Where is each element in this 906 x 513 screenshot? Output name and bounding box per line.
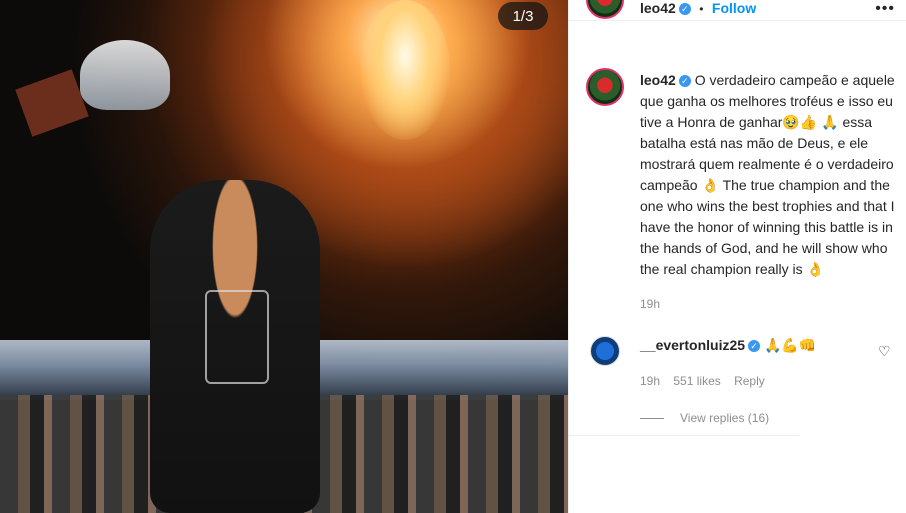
separator: •: [699, 2, 704, 16]
caption-avatar[interactable]: [586, 68, 624, 106]
reply-button[interactable]: Reply: [734, 374, 765, 388]
view-replies-label[interactable]: View replies (16): [680, 411, 769, 425]
follow-button[interactable]: Follow: [712, 0, 756, 16]
view-replies[interactable]: View replies (16): [640, 411, 880, 425]
caption-text-pt: O verdadeiro campeão e aquele que ganha …: [640, 72, 895, 193]
author-info: leo42 ✓ • Follow: [640, 0, 756, 18]
verified-icon: ✓: [678, 75, 691, 88]
trophy: [80, 40, 170, 110]
replies-divider: [640, 418, 664, 420]
comment-meta: 19h 551 likes Reply: [640, 374, 880, 388]
divider: [569, 435, 799, 436]
post-header: leo42 ✓ • Follow •••: [569, 0, 906, 21]
more-dots-icon[interactable]: •••: [875, 0, 895, 18]
caption: leo42 ✓ O verdadeiro campeão e aquele que…: [640, 70, 900, 315]
flare: [360, 0, 450, 140]
author-username[interactable]: leo42: [640, 0, 676, 16]
verified-icon: ✓: [748, 340, 761, 353]
shirt-print: [205, 290, 269, 384]
caption-time: 19h: [640, 297, 661, 311]
comment-likes[interactable]: 551 likes: [673, 374, 720, 388]
post-image[interactable]: 1/3: [0, 0, 568, 513]
image-counter: 1/3: [498, 2, 548, 30]
comment-text: 🙏💪👊: [760, 337, 817, 353]
post-side-panel: leo42 ✓ • Follow ••• leo42 ✓ O verdadeiro …: [568, 0, 906, 513]
comment-avatar[interactable]: [590, 336, 620, 366]
author-avatar[interactable]: [586, 0, 624, 19]
caption-username[interactable]: leo42: [640, 72, 676, 88]
comment-username[interactable]: __evertonluiz25: [640, 337, 745, 353]
comment-time: 19h: [640, 374, 661, 388]
heart-icon[interactable]: ♡: [878, 343, 892, 359]
verified-icon: ✓: [678, 2, 691, 15]
comment: __evertonluiz25 ✓ 🙏💪👊 19h 551 likes Reply…: [640, 337, 880, 425]
